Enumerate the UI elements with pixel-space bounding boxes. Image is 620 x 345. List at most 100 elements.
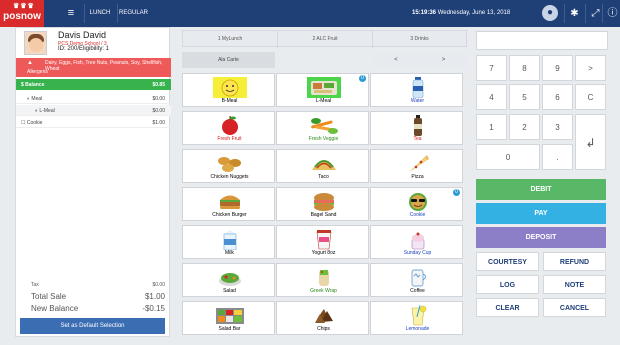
menu-item-water[interactable]: Water	[370, 73, 463, 107]
log-button[interactable]: LOG	[476, 275, 539, 294]
key-5[interactable]: 5	[509, 84, 540, 110]
posnow-logo: ♛♛♛ posnow	[0, 0, 44, 27]
menu-item-fresh-veggie[interactable]: Fresh Veggie	[276, 111, 369, 145]
new-balance-value: -$0.15	[142, 304, 165, 313]
order-line-item[interactable]: ◐ Meal $0.00	[16, 93, 171, 104]
gear-icon[interactable]: ✱	[564, 4, 584, 23]
enter-return-icon[interactable]: ↲	[575, 114, 606, 170]
menu-item-lemonade[interactable]: Lemonade	[370, 301, 463, 335]
menu-item-bagel-sand[interactable]: Bagel Sand	[276, 187, 369, 221]
cancel-button[interactable]: CANCEL	[543, 298, 606, 317]
key-0[interactable]: 0	[476, 144, 540, 170]
veggie-image	[311, 118, 338, 134]
order-line-amount: $0.00	[152, 108, 165, 114]
key-4[interactable]: 4	[476, 84, 507, 110]
menu-item-yogurt-8oz[interactable]: Yogurt 8oz	[276, 225, 369, 259]
balance-row: $ Balance $0.85	[16, 79, 171, 90]
taco-image	[312, 160, 336, 170]
item-badge: 0	[359, 75, 366, 82]
key-2[interactable]: 2	[509, 114, 540, 140]
total-sale-label: Total Sale	[31, 292, 67, 301]
item-name: Fresh Fruit	[217, 136, 242, 142]
item-name: Coffee	[410, 288, 425, 294]
courtesy-button[interactable]: COURTESY	[476, 252, 539, 271]
menu-item-chicken-burger[interactable]: Chicken Burger	[182, 187, 275, 221]
order-line-item[interactable]: ◐ L-Meal $0.00	[16, 105, 171, 116]
apple-image	[222, 116, 238, 135]
key-clear[interactable]: C	[575, 84, 606, 110]
menu-item-pizza[interactable]: Pizza	[370, 149, 463, 183]
key-8[interactable]: 8	[509, 55, 540, 81]
menu-item-tea[interactable]: Tea	[370, 111, 463, 145]
user-avatar-icon[interactable]: ●	[542, 5, 558, 21]
tab-mylunch[interactable]: 1 MyLunch	[183, 31, 278, 48]
key-forward[interactable]: >	[575, 55, 606, 81]
item-name: Water	[410, 98, 425, 104]
menu-item-chips[interactable]: Chips	[276, 301, 369, 335]
tab-ala-carte[interactable]: Ala Carte	[182, 52, 275, 68]
key-3[interactable]: 3	[542, 114, 573, 140]
item-name: Salad Bar	[218, 326, 241, 332]
menu-item-b-meal[interactable]: B-Meal	[182, 73, 275, 107]
meal-icon: ◐	[35, 108, 39, 114]
menu-item-salad[interactable]: Salad	[182, 263, 275, 297]
new-balance-label: New Balance	[31, 304, 79, 313]
key-6[interactable]: 6	[542, 84, 573, 110]
set-default-selection-button[interactable]: Set as Default Selection	[20, 318, 165, 334]
tax-line: Tax $0.00	[16, 282, 171, 291]
patron-id: ID: 200/Eligibility: 1	[58, 46, 110, 52]
tea-bottle-image	[414, 115, 422, 136]
item-name: Yogurt 8oz	[311, 250, 336, 256]
deposit-button[interactable]: DEPOSIT	[476, 227, 606, 248]
item-name: Lemonade	[405, 326, 430, 332]
hamburger-menu-icon[interactable]: ≡	[61, 4, 81, 23]
key-decimal[interactable]: .	[542, 144, 573, 170]
new-balance-line: New Balance -$0.15	[16, 304, 171, 315]
current-date: Wednesday, June 13, 2018	[437, 10, 511, 16]
info-icon[interactable]: ⓘ	[602, 4, 620, 23]
tab-drinks[interactable]: 3 Drinks	[373, 31, 466, 48]
order-line-item[interactable]: ☐ Cookie $1.00	[16, 117, 171, 128]
refund-button[interactable]: REFUND	[543, 252, 606, 271]
b-meal-image	[213, 77, 247, 98]
tab-lunch[interactable]: LUNCH	[84, 4, 115, 23]
cookie-image	[409, 193, 427, 211]
key-1[interactable]: 1	[476, 114, 507, 140]
menu-item-greek-wrap[interactable]: Greek Wrap	[276, 263, 369, 297]
menu-item-coffee[interactable]: Coffee	[370, 263, 463, 297]
menu-item-salad-bar[interactable]: Salad Bar	[182, 301, 275, 335]
note-button[interactable]: NOTE	[543, 275, 606, 294]
order-line-amount: $1.00	[152, 120, 165, 126]
item-name: B-Meal	[221, 98, 238, 104]
item-name: Pizza	[411, 174, 424, 180]
patron-panel: Davis David PCS Demo School / 3 ID: 200/…	[15, 27, 171, 337]
menu-item-fresh-fruit[interactable]: Fresh Fruit	[182, 111, 275, 145]
key-7[interactable]: 7	[476, 55, 507, 81]
patron-photo	[24, 31, 47, 55]
l-meal-image	[307, 77, 341, 98]
balance-value: $0.85	[152, 82, 165, 88]
key-9[interactable]: 9	[542, 55, 573, 81]
menu-item-cookie[interactable]: 0 Cookie	[370, 187, 463, 221]
prev-page-button[interactable]: <	[372, 52, 420, 68]
wrap-image	[319, 270, 329, 286]
menu-item-chicken-nuggets[interactable]: Chicken Nuggets	[182, 149, 275, 183]
tab-alc-fruit[interactable]: 2 ALC Fruit	[278, 31, 373, 48]
item-name: Salad	[223, 288, 236, 294]
item-name: Fresh Veggie	[308, 136, 339, 142]
pay-button[interactable]: PAY	[476, 203, 606, 224]
item-name: Sunday Cup	[403, 250, 432, 256]
tab-regular[interactable]: REGULAR	[117, 4, 149, 23]
item-name: L-Meal	[315, 98, 332, 104]
crown-icon: ♛♛♛	[13, 3, 35, 10]
next-page-button[interactable]: >	[420, 52, 467, 68]
menu-item-milk[interactable]: Milk	[182, 225, 275, 259]
menu-item-sunday-cup[interactable]: Sunday Cup	[370, 225, 463, 259]
menu-item-l-meal[interactable]: 0 L-Meal	[276, 73, 369, 107]
debit-button[interactable]: DEBIT	[476, 179, 606, 200]
clear-button[interactable]: CLEAR	[476, 298, 539, 317]
burger-image	[220, 195, 240, 209]
meal-icon: ◐	[27, 96, 31, 102]
total-sale-line: Total Sale $1.00	[16, 292, 171, 303]
menu-item-taco[interactable]: Taco	[276, 149, 369, 183]
